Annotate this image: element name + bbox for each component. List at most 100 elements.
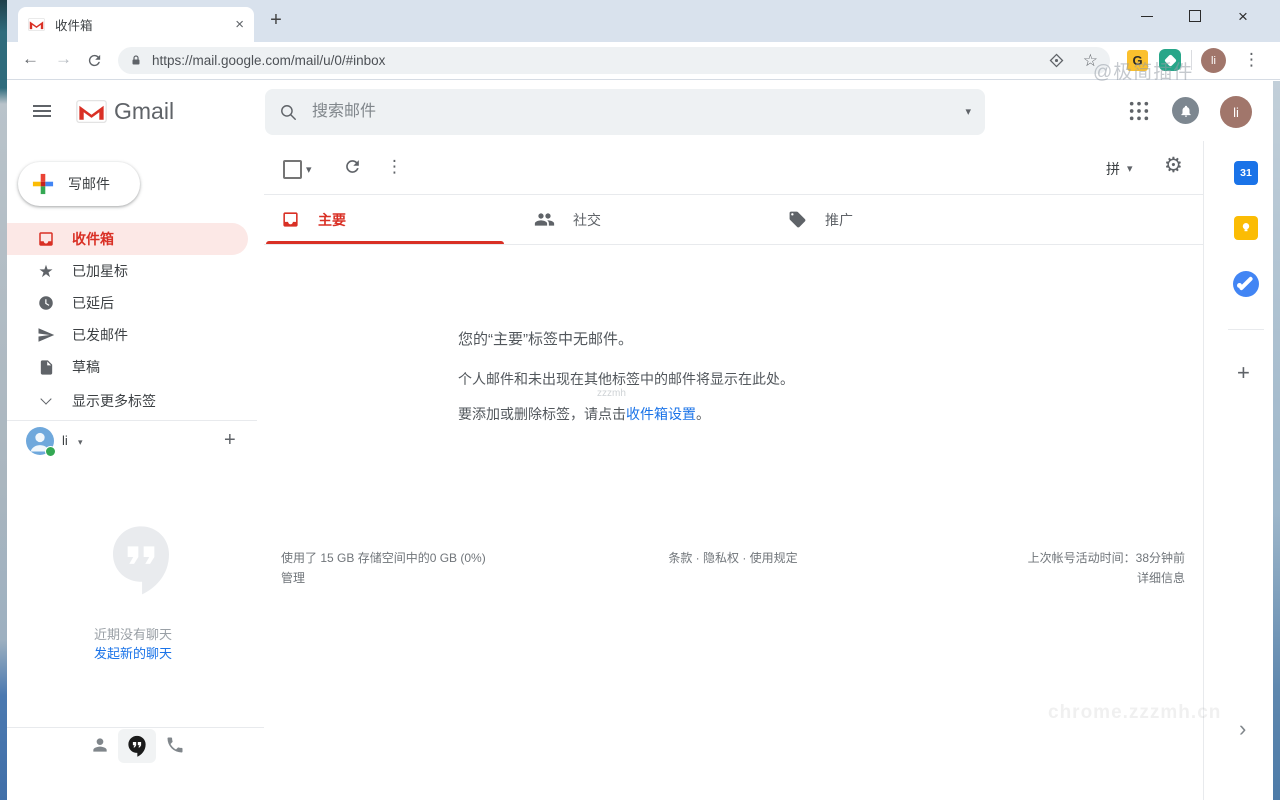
sidebar-item-inbox[interactable]: 收件箱: [7, 223, 248, 255]
tab-close-icon[interactable]: ×: [235, 16, 244, 33]
forward-button[interactable]: →: [55, 50, 72, 67]
close-window-button[interactable]: ×: [1220, 0, 1266, 32]
sidebar-item-sent[interactable]: 已发邮件: [7, 319, 248, 351]
search-icon: [279, 103, 298, 122]
phone-icon: [165, 735, 185, 755]
select-caret-icon[interactable]: ▾: [306, 165, 312, 176]
chevron-down-icon: [36, 399, 56, 403]
tab-label: 推广: [825, 210, 853, 230]
reload-icon: [86, 52, 103, 69]
tab-social[interactable]: 社交: [534, 195, 764, 244]
input-tools-caret-icon[interactable]: ▾: [1127, 164, 1133, 175]
refresh-button[interactable]: [343, 157, 362, 181]
window-right-border: [1273, 81, 1280, 800]
browser-tab-bar: 收件箱 × + ×: [0, 0, 1280, 42]
chat-user-caret-icon[interactable]: ▾: [78, 438, 83, 447]
browser-menu-icon[interactable]: ⋮: [1243, 50, 1260, 70]
keep-icon[interactable]: [1234, 216, 1258, 240]
apps-grid-icon[interactable]: [1128, 100, 1150, 122]
settings-gear-icon[interactable]: ⚙: [1164, 153, 1183, 178]
new-tab-button[interactable]: +: [264, 9, 288, 32]
last-activity-text: 上次帐号活动时间：38分钟前: [985, 549, 1185, 566]
gmail-logo-text: Gmail: [114, 98, 174, 125]
send-icon: [36, 326, 56, 344]
bell-icon: [1179, 104, 1193, 118]
sidebar-item-label: 已延后: [72, 293, 114, 313]
gmail-profile-avatar[interactable]: li: [1220, 96, 1252, 128]
minimize-icon: [1141, 16, 1153, 17]
browser-tab[interactable]: 收件箱 ×: [18, 7, 254, 42]
watermark-extension: @极简插件: [1093, 57, 1193, 84]
add-addon-button[interactable]: +: [1237, 360, 1250, 386]
window-left-border: [0, 0, 7, 800]
select-all-checkbox[interactable]: [283, 160, 302, 179]
activity-details-link[interactable]: 详细信息: [985, 569, 1185, 586]
compose-plus-icon: [32, 173, 54, 195]
more-options-icon[interactable]: ⋮: [386, 157, 403, 177]
input-tools-button[interactable]: 拼: [1106, 159, 1120, 179]
chat-user-name[interactable]: li: [62, 433, 68, 448]
tasks-icon[interactable]: [1233, 271, 1259, 297]
tab-label: 社交: [573, 210, 601, 230]
refresh-icon: [343, 157, 362, 176]
compose-button[interactable]: 写邮件: [18, 162, 140, 206]
minimize-button[interactable]: [1124, 0, 1170, 32]
tabs-divider: [264, 244, 1203, 245]
contacts-tab-button[interactable]: [90, 735, 110, 760]
hint-suffix: 。: [696, 406, 710, 422]
storage-usage-text: 使用了 15 GB 存储空间中的0 GB (0%): [281, 549, 486, 566]
chat-user-avatar[interactable]: [26, 427, 54, 455]
search-options-caret-icon[interactable]: ▾: [965, 107, 971, 118]
sidebar-item-label: 已加星标: [72, 261, 128, 281]
maximize-icon: [1189, 10, 1201, 22]
hint-text: 要添加或删除标签，请点击: [458, 406, 626, 422]
star-icon: ★: [36, 263, 56, 280]
tab-primary[interactable]: 主要: [281, 195, 511, 244]
hangouts-new-chat-link[interactable]: 发起新的聊天: [7, 643, 259, 662]
sidebar-item-label: 草稿: [72, 357, 100, 377]
search-input[interactable]: [310, 102, 965, 122]
url-text: https://mail.google.com/mail/u/0/#inbox: [152, 53, 1048, 68]
inbox-settings-link[interactable]: 收件箱设置: [626, 406, 696, 422]
compose-label: 写邮件: [68, 174, 110, 194]
tab-promotions[interactable]: 推广: [788, 195, 1018, 244]
page-action-icon[interactable]: [1048, 52, 1065, 69]
sidebar-item-snoozed[interactable]: 已延后: [7, 287, 248, 319]
phone-tab-button[interactable]: [165, 735, 185, 760]
tab-title: 收件箱: [55, 15, 235, 34]
empty-state-subtitle: 个人邮件和未出现在其他标签中的邮件将显示在此处。: [458, 369, 794, 389]
sidebar-item-more-labels[interactable]: 显示更多标签: [7, 384, 248, 417]
maximize-button[interactable]: [1172, 0, 1218, 32]
tab-label: 主要: [318, 210, 346, 230]
main-menu-button[interactable]: [33, 102, 51, 120]
address-bar[interactable]: https://mail.google.com/mail/u/0/#inbox …: [118, 47, 1110, 74]
draft-icon: [36, 359, 56, 376]
rail-divider: [1228, 329, 1264, 330]
close-icon: ×: [1238, 8, 1248, 25]
add-chat-button[interactable]: +: [224, 429, 236, 452]
social-tab-icon: [534, 209, 555, 230]
hangouts-logo-icon: [109, 523, 173, 599]
clock-icon: [36, 294, 56, 312]
watermark-tiny: zzzmh: [597, 388, 626, 399]
empty-state-hint: 要添加或删除标签，请点击收件箱设置。: [458, 404, 710, 424]
legal-links[interactable]: 条款 · 隐私权 · 使用规定: [668, 549, 797, 566]
sidebar-item-starred[interactable]: ★ 已加星标: [7, 255, 248, 287]
sidebar-item-drafts[interactable]: 草稿: [7, 351, 248, 383]
watermark-site: chrome.zzzmh.cn: [1048, 702, 1221, 724]
minibar-divider: [7, 727, 264, 728]
bulb-icon: [1239, 221, 1253, 235]
search-box[interactable]: ▾: [265, 89, 985, 135]
notifications-button[interactable]: [1172, 97, 1199, 124]
calendar-icon[interactable]: 31: [1234, 161, 1258, 185]
reload-button[interactable]: [86, 52, 103, 74]
back-button[interactable]: ←: [22, 50, 39, 67]
sidebar-item-label: 显示更多标签: [72, 391, 156, 411]
expand-rail-chevron-icon[interactable]: ›: [1239, 716, 1246, 742]
manage-storage-link[interactable]: 管理: [281, 569, 305, 586]
lock-icon: [130, 54, 142, 67]
sidebar-item-label: 收件箱: [72, 229, 114, 249]
browser-profile-avatar[interactable]: li: [1201, 48, 1226, 73]
screen: 收件箱 × + × ← → https://mail.google.com/ma…: [0, 0, 1280, 800]
hangouts-tab-button[interactable]: [118, 729, 156, 763]
